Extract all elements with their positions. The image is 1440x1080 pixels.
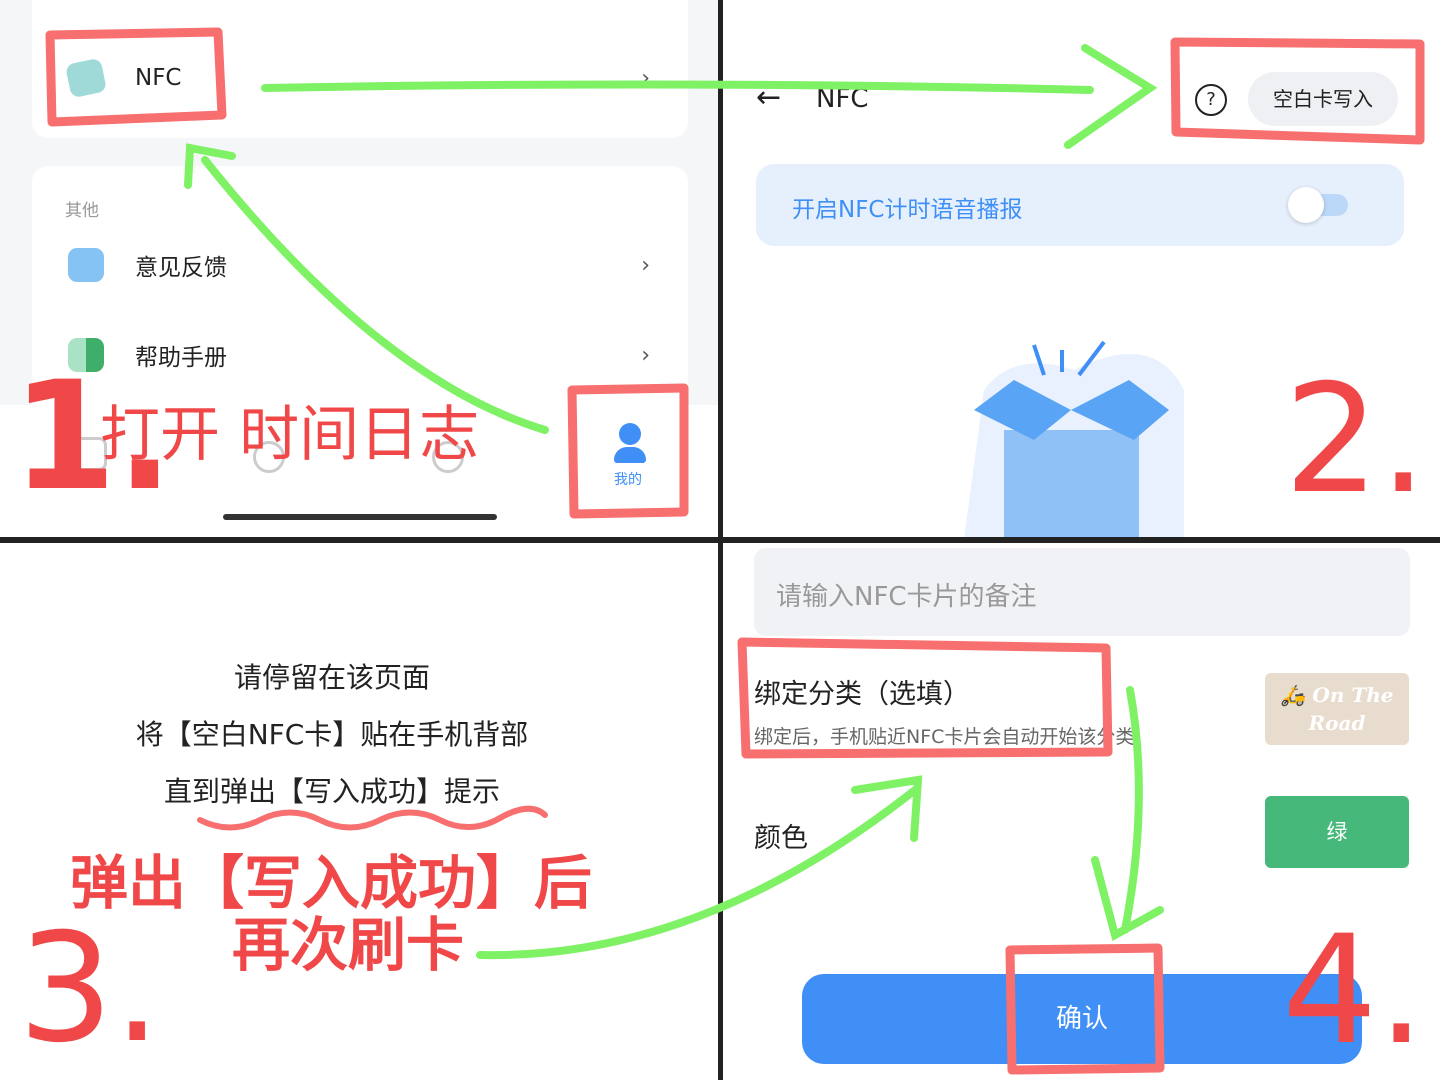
color-label: 颜色 [754, 823, 808, 854]
bind-category-hint: 绑定后，手机贴近NFC卡片会自动开始该分类 [754, 726, 1135, 748]
voice-toggle[interactable] [1288, 187, 1348, 223]
step3-write-instruction: 请停留在该页面 将【空白NFC卡】贴在手机背部 直到弹出【写入成功】提示 弹出【… [0, 544, 718, 1080]
divider-horizontal [0, 537, 1440, 543]
menu-item-label: NFC [135, 65, 182, 91]
scooter-icon: 🛵 [1280, 683, 1306, 707]
open-box-illustration [964, 340, 1184, 538]
step4-card-settings: 请输入NFC卡片的备注 绑定分类（选填） 绑定后，手机贴近NFC卡片会自动开始该… [722, 544, 1440, 1080]
step2-nfc-screen: ← NFC ? 空白卡写入 开启NFC计时语音播报 2. [724, 0, 1440, 538]
color-selector[interactable]: 绿 [1265, 796, 1409, 868]
category-selector[interactable]: 🛵 On The Road [1265, 673, 1409, 745]
tab-mine[interactable]: 我的 [600, 421, 660, 491]
home-indicator [223, 514, 497, 520]
page-title: NFC [816, 84, 869, 114]
bind-category-label: 绑定分类（选填） [754, 679, 970, 710]
instruction-text: 请停留在该页面 将【空白NFC卡】贴在手机背部 直到弹出【写入成功】提示 [135, 661, 529, 808]
step-number: 2. [1284, 353, 1428, 527]
nfc-note-input[interactable]: 请输入NFC卡片的备注 [754, 548, 1410, 636]
annotation-text: 再次刷卡 [232, 911, 465, 979]
voice-toggle-row: 开启NFC计时语音播报 [756, 164, 1404, 246]
chevron-right-icon: › [641, 65, 650, 91]
person-icon [619, 423, 641, 445]
nfc-card: NFC › [32, 0, 688, 138]
annotation-text: 打开 时间日志 [100, 400, 480, 470]
menu-item-feedback[interactable]: 意见反馈 › [32, 230, 688, 300]
tab-label: 我的 [614, 472, 642, 488]
confirm-button[interactable]: 确认 [802, 974, 1362, 1064]
blank-card-write-button[interactable]: 空白卡写入 [1248, 72, 1398, 126]
nfc-icon [64, 57, 108, 99]
chevron-right-icon: › [641, 342, 650, 368]
step1-profile-screen: NFC › 其他 意见反馈 › 帮助手册 › 我的 1. 打开 时间日志 [0, 0, 720, 538]
chat-bubble-icon [68, 248, 104, 282]
step-number: 3. [18, 902, 162, 1076]
menu-item-label: 意见反馈 [135, 255, 227, 281]
help-icon[interactable]: ? [1195, 84, 1227, 116]
step-number: 4. [1282, 904, 1426, 1078]
chevron-right-icon: › [641, 252, 650, 278]
back-arrow-icon[interactable]: ← [756, 80, 781, 115]
menu-item-nfc[interactable]: NFC › [32, 43, 688, 113]
toggle-label: 开启NFC计时语音播报 [792, 197, 1023, 223]
section-label: 其他 [65, 201, 99, 221]
